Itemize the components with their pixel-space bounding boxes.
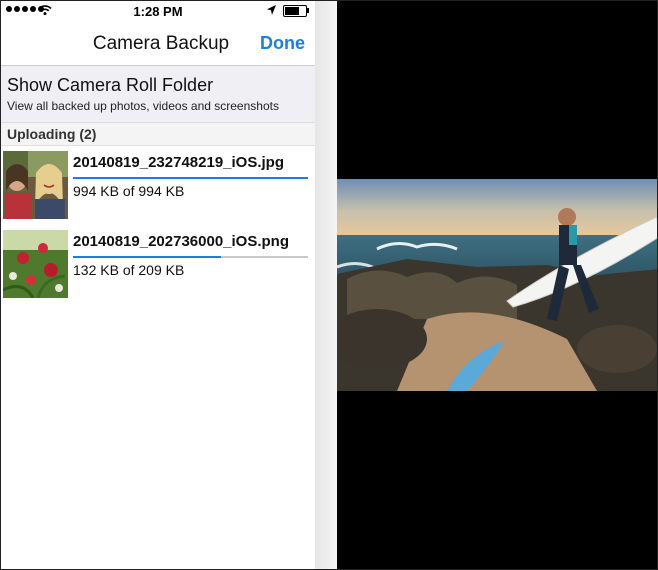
upload-size: 994 KB of 994 KB — [73, 183, 185, 199]
panel-edge — [315, 1, 337, 569]
battery-level-fill — [285, 7, 300, 15]
battery-tip — [307, 8, 309, 13]
navigation-bar: Camera Backup Done — [1, 21, 315, 66]
screen: 1:28 PM Camera Backup Done Show Camera R… — [0, 0, 658, 570]
upload-size: 132 KB of 209 KB — [73, 262, 185, 278]
battery-icon — [283, 5, 307, 17]
photo-thumbnail-flowers — [3, 230, 68, 298]
upload-row[interactable]: 20140819_202736000_iOS.png 132 KB of 209… — [1, 226, 315, 302]
uploading-section-header: Uploading (2) — [1, 123, 315, 146]
done-button[interactable]: Done — [260, 33, 305, 54]
upload-progress-fill — [73, 177, 308, 179]
upload-row[interactable]: 20140819_232748219_iOS.jpg 994 KB of 994… — [1, 147, 315, 223]
upload-progress-bar — [73, 177, 308, 179]
folder-row-title: Show Camera Roll Folder — [7, 75, 214, 95]
uploading-section-title: Uploading (2) — [7, 126, 97, 142]
upload-progress-fill — [73, 256, 222, 258]
location-arrow-icon — [267, 5, 276, 15]
show-camera-roll-folder-row[interactable]: Show Camera Roll Folder View all backed … — [1, 66, 315, 123]
photo-thumbnail-couple — [3, 151, 68, 219]
folder-row-subtitle: View all backed up photos, videos and sc… — [7, 99, 279, 113]
photo-preview-surfer — [337, 179, 657, 391]
file-name: 20140819_202736000_iOS.png — [73, 233, 289, 250]
phone-panel: 1:28 PM Camera Backup Done Show Camera R… — [1, 1, 316, 569]
status-bar: 1:28 PM — [1, 1, 315, 21]
file-name: 20140819_232748219_iOS.jpg — [73, 154, 285, 171]
upload-progress-bar — [73, 256, 308, 258]
